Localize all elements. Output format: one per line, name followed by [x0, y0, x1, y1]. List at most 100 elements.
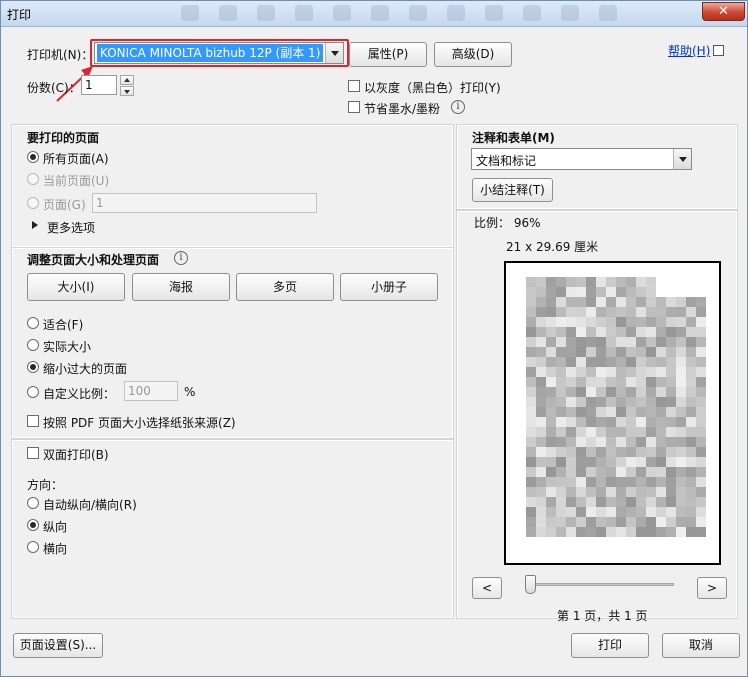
- preview-pixel: [626, 527, 636, 537]
- preview-pixel: [526, 277, 536, 287]
- summarize-comments-button[interactable]: 小结注释(T): [472, 178, 553, 202]
- properties-button[interactable]: 属性(P): [349, 42, 427, 67]
- preview-pixel: [616, 447, 626, 457]
- page-slider-thumb[interactable]: [525, 575, 536, 594]
- copies-input[interactable]: 1: [81, 75, 117, 95]
- preview-pixel: [696, 487, 706, 497]
- preview-pixel: [566, 477, 576, 487]
- preview-pixel: [666, 507, 676, 517]
- preview-pixel: [656, 497, 666, 507]
- preview-pixel: [606, 317, 616, 327]
- expand-triangle-icon[interactable]: [32, 221, 38, 229]
- preview-pixel: [676, 367, 686, 377]
- cancel-button[interactable]: 取消: [662, 633, 740, 658]
- preview-pixel: [686, 387, 696, 397]
- preview-pixel: [566, 277, 576, 287]
- preview-pixel: [566, 447, 576, 457]
- preview-pixel: [536, 327, 546, 337]
- comments-forms-select[interactable]: 文档和标记: [471, 148, 692, 170]
- preview-pixel: [636, 467, 646, 477]
- booklet-button[interactable]: 小册子: [340, 273, 438, 301]
- close-button[interactable]: ✕: [702, 2, 745, 21]
- all-pages-radio[interactable]: [27, 151, 39, 163]
- help-icon[interactable]: [713, 45, 724, 56]
- preview-pixel: [696, 307, 706, 317]
- preview-pixel: [696, 527, 706, 537]
- preview-pixel: [686, 457, 696, 467]
- preview-pixel: [526, 507, 536, 517]
- page-setup-button[interactable]: 页面设置(S)...: [13, 633, 103, 658]
- preview-pixel: [586, 487, 596, 497]
- current-page-radio[interactable]: [27, 173, 39, 185]
- preview-pixel: [546, 287, 556, 297]
- help-link[interactable]: 帮助(H): [668, 42, 710, 59]
- size-button[interactable]: 大小(I): [27, 273, 125, 301]
- multiple-pages-button[interactable]: 多页: [236, 273, 334, 301]
- page-slider-track[interactable]: [526, 583, 674, 586]
- preview-pixel: [566, 397, 576, 407]
- custom-scale-input[interactable]: 100: [124, 381, 178, 401]
- actual-size-radio[interactable]: [27, 339, 39, 351]
- poster-button[interactable]: 海报: [132, 273, 230, 301]
- preview-pixel: [676, 507, 686, 517]
- preview-pixel: [636, 407, 646, 417]
- preview-pixel: [676, 477, 686, 487]
- preview-pixel: [696, 317, 706, 327]
- preview-pixel: [626, 297, 636, 307]
- info-icon[interactable]: i: [451, 100, 465, 114]
- preview-pixel: [636, 447, 646, 457]
- preview-pixel: [686, 407, 696, 417]
- info-icon[interactable]: i: [174, 251, 188, 265]
- paper-source-checkbox[interactable]: [27, 415, 39, 427]
- preview-pixel: [566, 427, 576, 437]
- preview-pixel: [546, 497, 556, 507]
- preview-pixel: [646, 307, 656, 317]
- preview-pixel: [636, 397, 646, 407]
- save-ink-checkbox[interactable]: [348, 101, 360, 113]
- duplex-checkbox[interactable]: [27, 447, 39, 459]
- landscape-radio[interactable]: [27, 541, 39, 553]
- preview-pixel: [546, 477, 556, 487]
- preview-pixel: [656, 467, 666, 477]
- advanced-button[interactable]: 高级(D): [434, 42, 512, 67]
- preview-pixel: [626, 367, 636, 377]
- more-options-link[interactable]: 更多选项: [47, 219, 95, 236]
- preview-pixel: [636, 327, 646, 337]
- print-button[interactable]: 打印: [571, 633, 649, 658]
- preview-pixel: [646, 487, 656, 497]
- preview-pixel: [676, 487, 686, 497]
- preview-pixel: [616, 297, 626, 307]
- pages-radio[interactable]: [27, 197, 39, 209]
- preview-pixel: [546, 457, 556, 467]
- preview-pixel: [606, 397, 616, 407]
- custom-scale-radio[interactable]: [27, 386, 39, 398]
- preview-pixel: [606, 357, 616, 367]
- portrait-radio[interactable]: [27, 519, 39, 531]
- preview-pixel: [586, 387, 596, 397]
- shrink-oversized-radio[interactable]: [27, 361, 39, 373]
- preview-pixel: [616, 367, 626, 377]
- grayscale-checkbox[interactable]: [348, 80, 360, 92]
- preview-pixel: [566, 487, 576, 497]
- preview-pixel: [586, 477, 596, 487]
- copies-increment[interactable]: [120, 75, 134, 85]
- preview-pixel: [546, 307, 556, 317]
- preview-pixel: [606, 437, 616, 447]
- preview-pixel: [606, 387, 616, 397]
- preview-pixel: [586, 397, 596, 407]
- copies-decrement[interactable]: [120, 86, 134, 96]
- preview-pixel: [626, 307, 636, 317]
- next-page-button[interactable]: >: [697, 577, 727, 599]
- fit-radio[interactable]: [27, 317, 39, 329]
- preview-pixel: [556, 387, 566, 397]
- preview-pixel: [696, 357, 706, 367]
- comments-forms-title: 注释和表单(M): [472, 131, 555, 145]
- preview-pixel: [526, 357, 536, 367]
- pages-range-input[interactable]: 1: [92, 193, 317, 213]
- preview-pixel: [696, 447, 706, 457]
- preview-pixel: [586, 437, 596, 447]
- previous-page-button[interactable]: <: [472, 577, 502, 599]
- preview-pixel: [666, 457, 676, 467]
- preview-pixel: [556, 357, 566, 367]
- auto-orientation-radio[interactable]: [27, 497, 39, 509]
